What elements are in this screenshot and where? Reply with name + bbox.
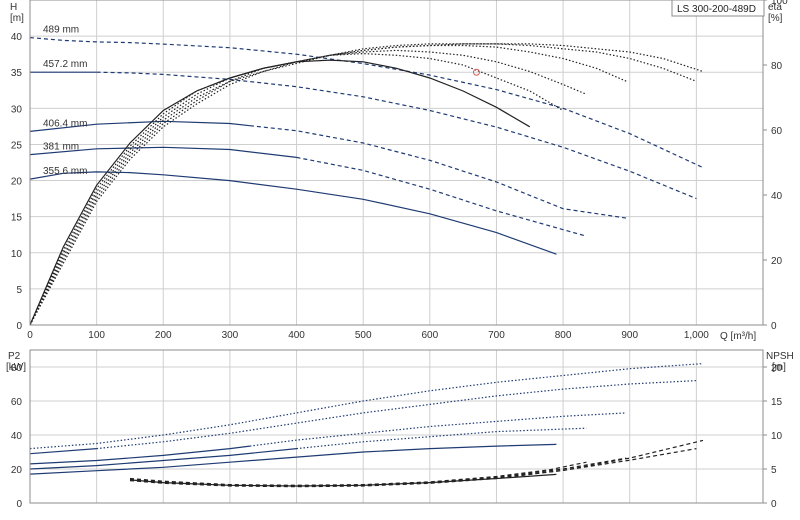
x-tick-label: 500 <box>355 330 372 341</box>
series-curve-0-8-dashed <box>29 44 627 326</box>
x-tick-label: 800 <box>555 330 572 341</box>
left-tick-label: 25 <box>11 140 23 151</box>
x-tick-label: 700 <box>488 330 505 341</box>
impeller-diameter-label: 457.2 mm <box>43 59 87 70</box>
x-tick-label: 300 <box>222 330 239 341</box>
power-axis-title: P2 <box>8 351 21 362</box>
impeller-diameter-label: 406.4 mm <box>43 118 87 129</box>
x-tick-label: 200 <box>155 330 172 341</box>
left-tick-label: 10 <box>11 249 23 260</box>
left-tick-label: 60 <box>11 397 23 408</box>
head-axis-unit: [m] <box>10 13 24 24</box>
series-curve-0-1-dashed <box>96 71 697 200</box>
series-curve-1-2-dashed <box>249 412 627 447</box>
head-axis-title: H <box>10 2 17 13</box>
head-tick-labels: 0 100 200 300 400 500 600 700 800 900 1,0000510152… <box>11 0 788 341</box>
series-curve-1-2-solid <box>29 445 250 465</box>
series-curve-1-1-dashed <box>96 380 697 450</box>
series-curve-1-3-dashed <box>296 427 587 450</box>
power-axis-unit: [kW] <box>6 362 26 373</box>
power-tick-labels: 02040608005101520 <box>11 363 783 510</box>
right-tick-label: 40 <box>771 191 783 202</box>
x-tick-label: 100 <box>88 330 105 341</box>
right-tick-label: 10 <box>771 431 783 442</box>
pump-performance-chart: 489 mm 457.2 mm 406.4 mm 381 mm 355.6 mm 0 10… <box>6 0 794 510</box>
series-curve-0-3-dashed <box>296 156 587 237</box>
impeller-diameter-label: 355.6 mm <box>43 166 87 177</box>
left-tick-label: 35 <box>11 68 23 79</box>
left-tick-label: 15 <box>11 213 23 224</box>
x-tick-label: 400 <box>288 330 305 341</box>
right-tick-label: 0 <box>771 499 777 510</box>
head-plot-frame <box>29 0 764 326</box>
npsh-axis-title: NPSH <box>766 351 794 362</box>
left-tick-label: 0 <box>16 499 22 510</box>
left-tick-label: 0 <box>16 321 22 332</box>
x-tick-label: 1,000 <box>684 330 709 341</box>
head-grid <box>29 0 763 326</box>
right-tick-label: 80 <box>771 61 783 72</box>
left-tick-label: 20 <box>11 177 23 188</box>
right-tick-label: 20 <box>771 256 783 267</box>
x-tick-label: 0 <box>27 330 33 341</box>
right-tick-label: 60 <box>771 126 783 137</box>
left-tick-label: 5 <box>16 285 22 296</box>
flow-axis-title: Q [m³/h] <box>720 331 756 342</box>
series-curve-0-5-solid <box>29 59 531 326</box>
x-tick-label: 600 <box>421 330 438 341</box>
series-curve-0-2-dashed <box>249 125 627 219</box>
left-tick-label: 30 <box>11 104 23 115</box>
right-tick-label: 0 <box>771 321 777 332</box>
left-tick-label: 40 <box>11 32 23 43</box>
series-curve-1-0-dashed <box>29 363 704 450</box>
right-tick-label: 15 <box>771 397 783 408</box>
model-label-box: LS 300-200-489D <box>671 0 765 17</box>
power-npsh-curves <box>29 363 704 488</box>
eta-axis-title: eta <box>768 2 782 13</box>
power-npsh-panel: 02040608005101520 P2 [kW] NPSH [m] <box>6 349 794 510</box>
right-tick-label: 5 <box>771 465 777 476</box>
impeller-diameter-label: 381 mm <box>43 142 79 153</box>
model-label: LS 300-200-489D <box>677 4 756 15</box>
x-tick-label: 900 <box>621 330 638 341</box>
left-tick-label: 40 <box>11 431 23 442</box>
npsh-axis-unit: [m] <box>772 362 786 373</box>
head-curves: 489 mm 457.2 mm 406.4 mm 381 mm 355.6 mm <box>29 25 704 326</box>
series-curve-1-8-dashed <box>129 448 697 487</box>
series-curve-0-4-solid <box>29 171 557 255</box>
impeller-diameter-label: 489 mm <box>43 25 79 36</box>
head-efficiency-panel: 489 mm 457.2 mm 406.4 mm 381 mm 355.6 mm 0 10… <box>10 0 788 342</box>
series-curve-0-10-dashed <box>29 43 704 326</box>
left-tick-label: 20 <box>11 465 23 476</box>
eta-axis-unit: [%] <box>768 13 783 24</box>
series-curve-1-1-solid <box>29 448 97 455</box>
series-curve-1-6-dashed <box>129 461 587 486</box>
